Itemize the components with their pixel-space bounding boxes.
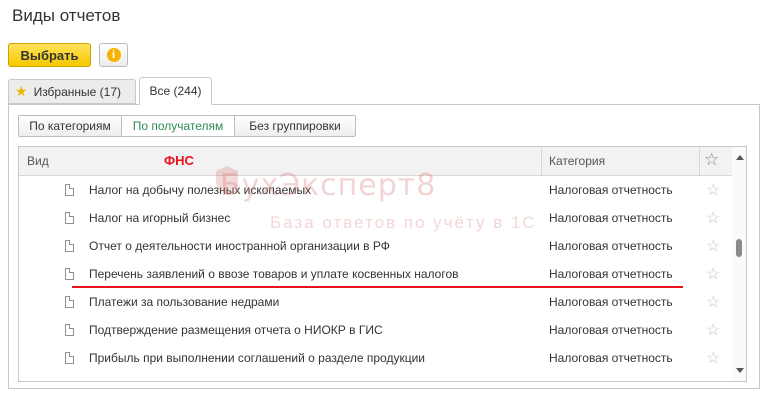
highlight-underline — [72, 286, 683, 288]
favorite-star-icon[interactable]: ☆ — [706, 348, 720, 368]
watermark-title: БухЭксперт8 — [220, 168, 437, 203]
group-by-category-button[interactable]: По категориям — [18, 115, 122, 137]
document-icon — [65, 324, 74, 336]
column-divider — [541, 147, 542, 175]
favorite-column-star-icon[interactable]: ☆ — [704, 150, 719, 170]
favorite-star-icon[interactable]: ☆ — [706, 236, 720, 256]
table-row[interactable]: Подтверждение размещения отчета о НИОКР … — [19, 316, 731, 344]
row-name: Платежи за пользование недрами — [89, 295, 280, 309]
column-header-name[interactable]: Вид — [27, 154, 49, 168]
document-icon — [65, 268, 74, 280]
row-name: Налог на игорный бизнес — [89, 211, 231, 225]
row-category: Налоговая отчетность — [549, 239, 673, 253]
favorite-star-icon[interactable]: ☆ — [706, 264, 720, 284]
group-by-recipient-button[interactable]: По получателям — [121, 115, 235, 137]
watermark-subtitle: База ответов по учёту в 1С — [270, 213, 537, 232]
row-name: Перечень заявлений о ввозе товаров и упл… — [89, 267, 459, 281]
row-category: Налоговая отчетность — [549, 211, 673, 225]
page-title: Виды отчетов — [12, 6, 121, 25]
star-icon: ★ — [15, 83, 28, 99]
document-icon — [65, 296, 74, 308]
scroll-down-icon[interactable] — [736, 368, 744, 373]
scroll-up-icon[interactable] — [736, 155, 744, 160]
document-icon — [65, 352, 74, 364]
row-category: Налоговая отчетность — [549, 351, 673, 365]
scroll-thumb[interactable] — [736, 239, 742, 257]
document-icon — [65, 240, 74, 252]
vertical-scrollbar[interactable] — [732, 147, 746, 381]
group-label: ФНС — [164, 153, 194, 168]
tab-all[interactable]: Все (244) — [139, 77, 212, 105]
tab-favorites-label: Избранные (17) — [33, 84, 122, 99]
favorite-star-icon[interactable]: ☆ — [706, 292, 720, 312]
row-name: Подтверждение размещения отчета о НИОКР … — [89, 323, 383, 337]
table-row[interactable]: Платежи за пользование недрами Налоговая… — [19, 288, 731, 316]
document-icon — [65, 212, 74, 224]
info-icon: i — [106, 48, 121, 62]
no-grouping-button[interactable]: Без группировки — [234, 115, 356, 137]
column-divider — [699, 147, 700, 175]
row-name: Прибыль при выполнении соглашений о разд… — [89, 351, 425, 365]
column-header-category[interactable]: Категория — [549, 154, 605, 168]
info-button[interactable]: i — [99, 43, 128, 67]
select-button[interactable]: Выбрать — [8, 43, 91, 67]
row-category: Налоговая отчетность — [549, 295, 673, 309]
tab-all-label: Все (244) — [149, 84, 202, 98]
row-category: Налоговая отчетность — [549, 183, 673, 197]
favorite-star-icon[interactable]: ☆ — [706, 208, 720, 228]
row-category: Налоговая отчетность — [549, 323, 673, 337]
row-category: Налоговая отчетность — [549, 267, 673, 281]
table-row[interactable]: Прибыль при выполнении соглашений о разд… — [19, 344, 731, 372]
document-icon — [65, 184, 74, 196]
table-row[interactable]: Перечень заявлений о ввозе товаров и упл… — [19, 260, 731, 288]
row-name: Отчет о деятельности иностранной организ… — [89, 239, 390, 253]
table-row[interactable]: Отчет о деятельности иностранной организ… — [19, 232, 731, 260]
favorite-star-icon[interactable]: ☆ — [706, 180, 720, 200]
favorite-star-icon[interactable]: ☆ — [706, 320, 720, 340]
tab-favorites[interactable]: ★ Избранные (17) — [8, 79, 136, 104]
